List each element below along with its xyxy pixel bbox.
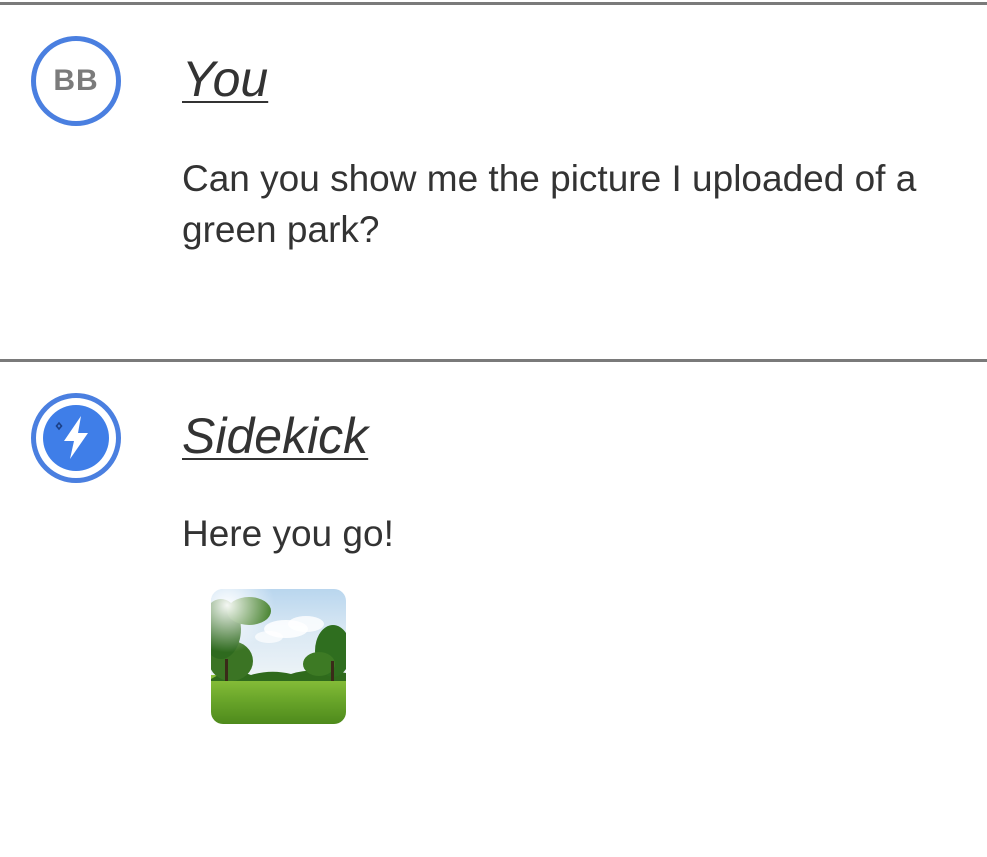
sender-name-sidekick[interactable]: Sidekick — [182, 411, 368, 461]
lightning-bolt-icon — [43, 405, 109, 471]
user-message: BB You Can you show me the picture I upl… — [0, 5, 987, 359]
user-avatar: BB — [31, 36, 121, 126]
sender-name-you[interactable]: You — [182, 54, 268, 104]
avatar-initials: BB — [53, 64, 99, 97]
user-message-text: Can you show me the picture I uploaded o… — [182, 158, 917, 250]
green-park-image-thumbnail[interactable] — [211, 589, 346, 724]
assistant-message-text: Here you go! — [182, 513, 394, 554]
assistant-message: Sidekick Here you go! — [0, 362, 987, 857]
assistant-avatar — [31, 393, 121, 483]
